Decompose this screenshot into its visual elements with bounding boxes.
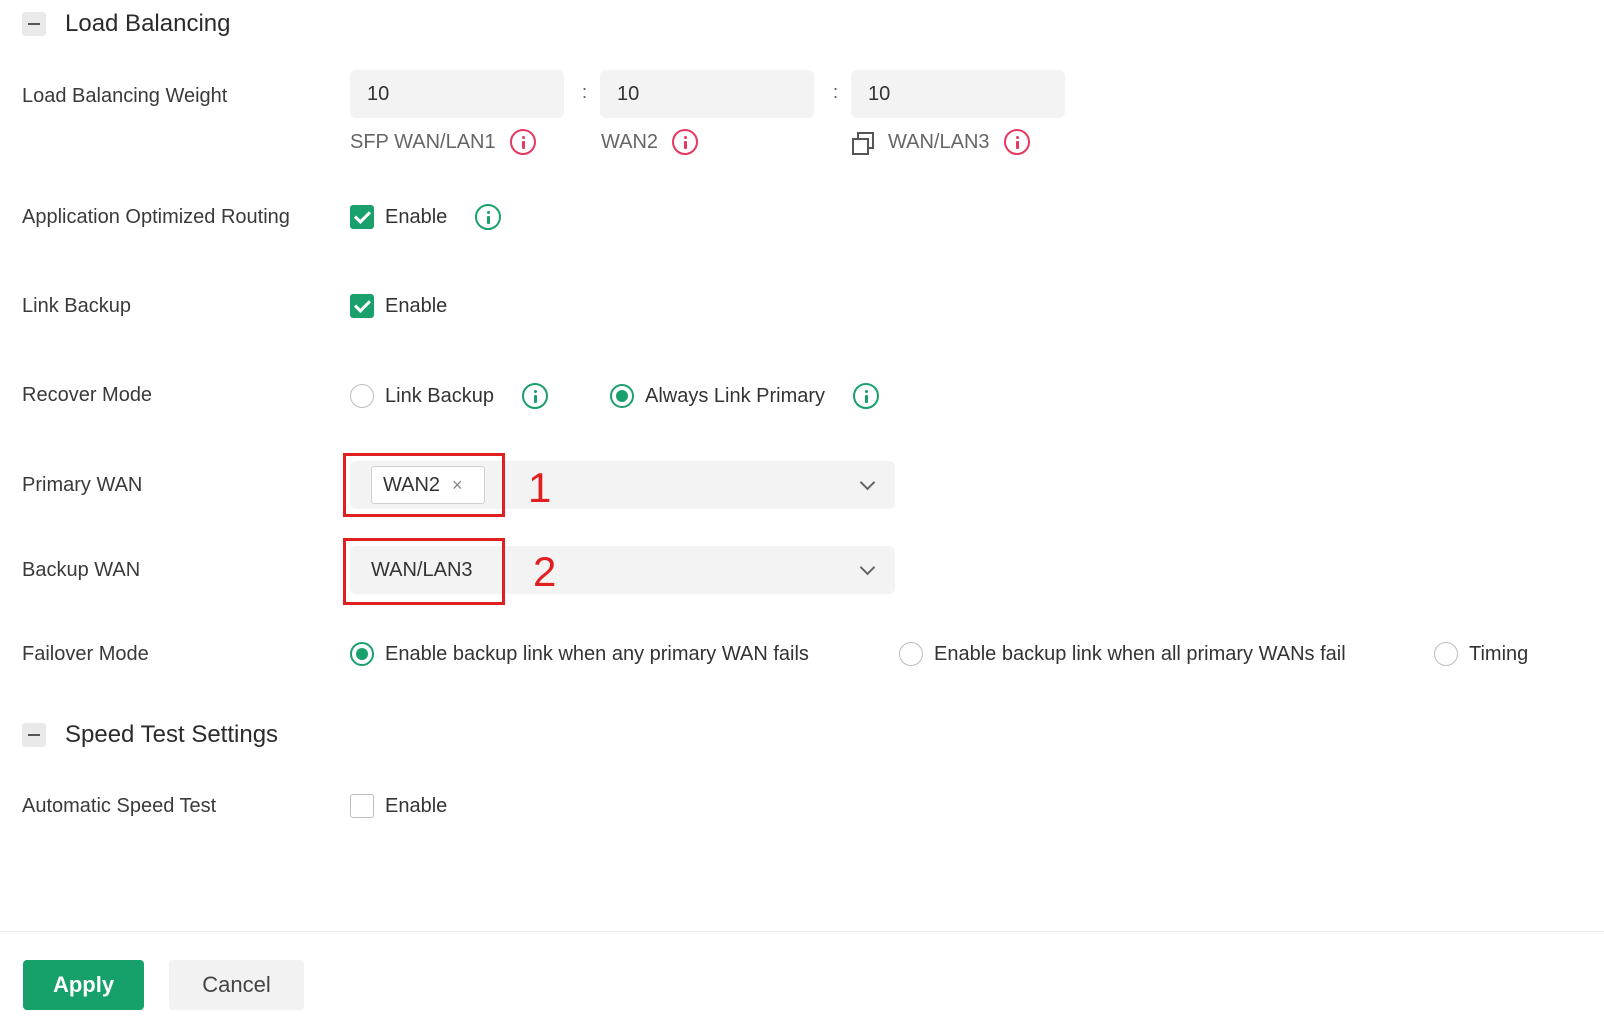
recover-mode-option-link-backup[interactable]: Link Backup bbox=[350, 382, 548, 410]
weight-caption-wan-lan3: WAN/LAN3 bbox=[852, 127, 1030, 157]
link-backup-label: Link Backup bbox=[22, 295, 131, 317]
weight-caption-sfp-wan-lan1: SFP WAN/LAN1 bbox=[350, 127, 536, 157]
weight-input-wan2[interactable]: 10 bbox=[600, 70, 814, 118]
annotation-box bbox=[343, 453, 505, 517]
info-icon[interactable] bbox=[672, 129, 699, 155]
caption-text: WAN2 bbox=[601, 130, 659, 153]
radio-label: Enable backup link when any primary WAN … bbox=[385, 642, 809, 665]
collapse-icon[interactable] bbox=[22, 12, 46, 36]
cancel-button[interactable]: Cancel bbox=[169, 960, 304, 1010]
link-backup-checkbox[interactable]: Enable bbox=[350, 292, 447, 320]
footer-divider bbox=[0, 931, 1604, 932]
apply-button[interactable]: Apply bbox=[23, 960, 144, 1010]
section-title: Load Balancing bbox=[65, 10, 231, 37]
checkbox-checked-icon[interactable] bbox=[350, 294, 374, 318]
annotation-box bbox=[343, 538, 505, 605]
radio-label: Enable backup link when all primary WANs… bbox=[934, 642, 1346, 665]
radio-label: Always Link Primary bbox=[645, 384, 826, 407]
automatic-speed-test-checkbox[interactable]: Enable bbox=[350, 792, 447, 820]
radio-selected-icon[interactable] bbox=[350, 642, 374, 666]
backup-wan-label: Backup WAN bbox=[22, 559, 141, 581]
info-icon[interactable] bbox=[853, 383, 880, 409]
radio-selected-icon[interactable] bbox=[610, 384, 634, 408]
failover-option-timing[interactable]: Timing bbox=[1434, 640, 1528, 668]
info-icon[interactable] bbox=[475, 204, 502, 230]
recover-mode-label: Recover Mode bbox=[22, 384, 153, 406]
info-icon[interactable] bbox=[509, 129, 536, 155]
section-title: Speed Test Settings bbox=[65, 721, 279, 748]
load-balancing-weight-label: Load Balancing Weight bbox=[22, 85, 228, 107]
radio-unselected-icon[interactable] bbox=[350, 384, 374, 408]
checkbox-label: Enable bbox=[385, 294, 448, 317]
weight-separator: : bbox=[833, 82, 839, 102]
checkbox-label: Enable bbox=[385, 205, 448, 228]
collapse-icon[interactable] bbox=[22, 723, 46, 747]
app-optimized-routing-label: Application Optimized Routing bbox=[22, 206, 290, 228]
radio-unselected-icon[interactable] bbox=[899, 642, 923, 666]
chevron-down-icon[interactable] bbox=[859, 474, 876, 491]
chevron-down-icon[interactable] bbox=[859, 559, 876, 576]
app-optimized-routing-checkbox[interactable]: Enable bbox=[350, 203, 502, 231]
weight-input-wan-lan3[interactable]: 10 bbox=[851, 70, 1065, 118]
failover-mode-label: Failover Mode bbox=[22, 643, 149, 665]
section-header-load-balancing[interactable]: Load Balancing bbox=[22, 10, 230, 38]
radio-label: Link Backup bbox=[385, 384, 494, 407]
copy-icon[interactable] bbox=[852, 132, 874, 155]
info-icon[interactable] bbox=[521, 383, 548, 409]
checkbox-label: Enable bbox=[385, 794, 448, 817]
checkbox-unchecked-icon[interactable] bbox=[350, 794, 374, 818]
weight-separator: : bbox=[582, 82, 588, 102]
weight-caption-wan2: WAN2 bbox=[601, 127, 699, 157]
recover-mode-option-always-link-primary[interactable]: Always Link Primary bbox=[610, 382, 880, 410]
weight-input-sfp-wan-lan1[interactable]: 10 bbox=[350, 70, 564, 118]
info-icon[interactable] bbox=[1003, 129, 1030, 155]
automatic-speed-test-label: Automatic Speed Test bbox=[22, 795, 217, 817]
primary-wan-label: Primary WAN bbox=[22, 474, 143, 496]
failover-option-any-primary-fails[interactable]: Enable backup link when any primary WAN … bbox=[350, 640, 809, 668]
caption-text: WAN/LAN3 bbox=[888, 130, 990, 153]
checkbox-checked-icon[interactable] bbox=[350, 205, 374, 229]
failover-option-all-primary-fail[interactable]: Enable backup link when all primary WANs… bbox=[899, 640, 1346, 668]
radio-unselected-icon[interactable] bbox=[1434, 642, 1458, 666]
annotation-number: 1 bbox=[528, 464, 552, 511]
annotation-number: 2 bbox=[533, 548, 557, 595]
caption-text: SFP WAN/LAN1 bbox=[350, 130, 496, 153]
radio-label: Timing bbox=[1469, 642, 1529, 665]
section-header-speed-test[interactable]: Speed Test Settings bbox=[22, 721, 278, 749]
